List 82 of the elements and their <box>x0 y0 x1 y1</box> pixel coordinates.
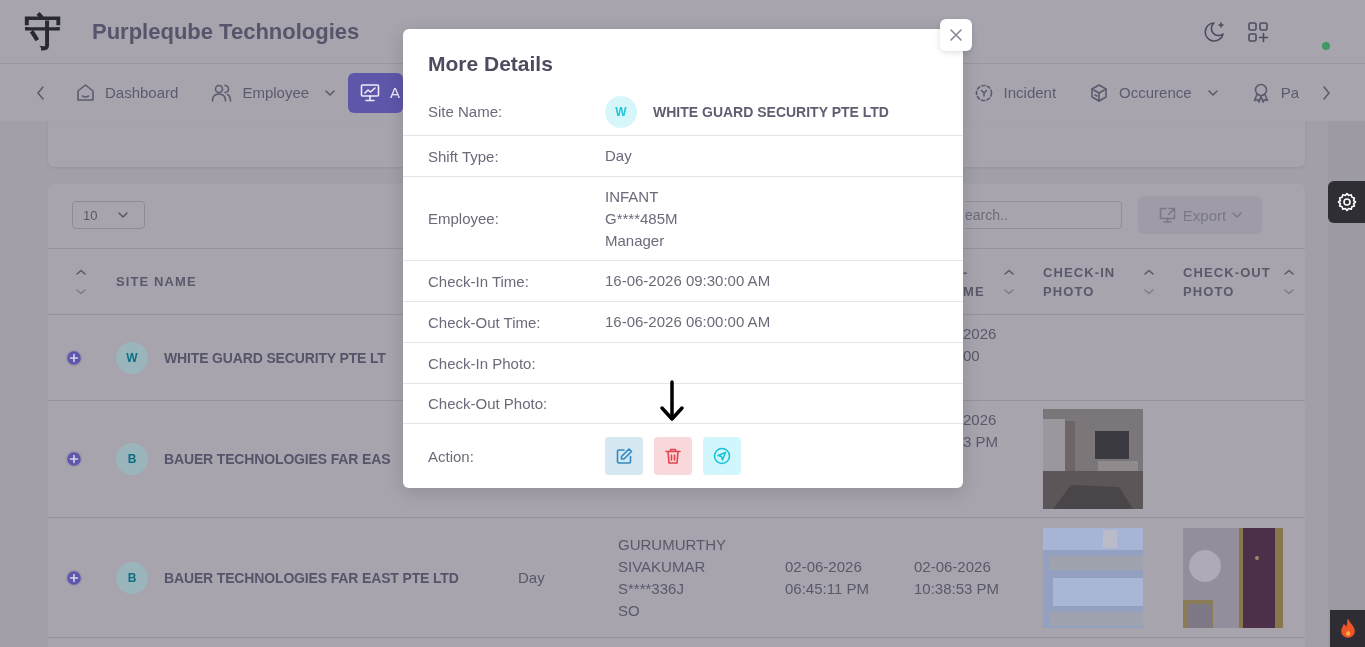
field-label: Site Name: <box>427 103 504 120</box>
column-header: CHECK-IN PHOTO <box>1043 263 1117 301</box>
nav-tab[interactable]: Occurence <box>1080 72 1227 113</box>
field-label: Check-Out Time: <box>427 313 542 331</box>
check-out-time: 10:38:53 PM <box>914 578 1000 599</box>
page-size-select[interactable]: 10 <box>72 201 145 229</box>
avatar: W <box>605 95 637 128</box>
field-value: INFANT <box>605 186 660 207</box>
employee-line: SO <box>618 600 641 621</box>
sort-icon <box>1283 268 1295 295</box>
field-value: G****485M <box>605 208 679 229</box>
nav-tab[interactable]: A <box>348 72 404 113</box>
check-out-time: 3 PM <box>963 432 998 452</box>
chevron-left-icon[interactable] <box>35 84 45 101</box>
company-name: Purpleqube Technologies <box>92 18 360 45</box>
check-out-time: 2026 <box>963 410 998 430</box>
edit-icon <box>615 447 633 465</box>
column-header: CHECK-OUT PHOTO <box>1183 263 1272 301</box>
settings-icon <box>1336 192 1357 212</box>
chevron-down-icon <box>1232 212 1243 218</box>
avatar: W <box>116 341 148 374</box>
field-label: Check-Out Photo: <box>427 395 549 412</box>
navigate-button[interactable] <box>703 437 741 475</box>
delete-button[interactable] <box>654 437 692 475</box>
field-label: Employee: <box>427 210 500 227</box>
site-name: BAUER TECHNOLOGIES FAR EAST PTE LTD <box>164 569 459 586</box>
sort-icon <box>1003 268 1015 295</box>
apps-icon[interactable] <box>1247 20 1269 43</box>
field-label: Check-In Time: <box>427 272 530 290</box>
users-icon <box>211 82 233 103</box>
avatar: B <box>116 443 148 475</box>
status-dot <box>1322 42 1330 50</box>
close-button[interactable] <box>940 19 972 51</box>
chevron-right-icon[interactable] <box>1322 84 1332 101</box>
trash-icon <box>664 447 682 465</box>
check-in-time: 06:45:11 PM <box>785 578 869 599</box>
field-label: Check-In Photo: <box>427 354 537 372</box>
settings-button[interactable] <box>1328 181 1365 223</box>
employee-line: SIVAKUMAR <box>618 556 707 577</box>
cube-icon <box>1089 82 1110 103</box>
column-header: - ME <box>963 263 986 301</box>
check-out-time: 02-06-2026 <box>914 556 992 577</box>
site-name: WHITE GUARD SECURITY PTE LTD <box>653 103 889 120</box>
nav-tab[interactable]: Employee <box>202 72 345 113</box>
check-out-time: 00 <box>963 346 981 366</box>
logo: 守 <box>24 12 63 51</box>
annotation-arrow <box>659 380 685 422</box>
shift-type: Day <box>518 567 545 588</box>
nav-tab[interactable]: Incident <box>964 72 1066 113</box>
field-value: Day <box>605 146 633 166</box>
navigation-icon <box>713 447 731 465</box>
nav-tab[interactable]: Dashboard <box>67 72 188 113</box>
avatar: B <box>116 561 148 594</box>
column-header: SITE NAME <box>116 273 197 291</box>
expand-icon[interactable] <box>65 450 83 468</box>
flame-button[interactable] <box>1330 610 1365 647</box>
check-out-time: 2026 <box>963 324 997 344</box>
sort-icon <box>1143 268 1155 295</box>
edit-button[interactable] <box>605 437 643 475</box>
site-name: WHITE GUARD SECURITY PTE LT <box>164 349 386 366</box>
sort-icon <box>75 268 87 295</box>
home-icon <box>76 83 95 102</box>
field-label: Action: <box>427 447 475 465</box>
field-value: Manager <box>605 230 666 251</box>
nav-tab[interactable]: Pa <box>1241 72 1308 113</box>
site-name: BAUER TECHNOLOGIES FAR EAS <box>164 451 391 467</box>
chevron-down-icon <box>118 212 128 218</box>
dialog-title: More Details <box>428 51 553 77</box>
incident-icon <box>973 82 994 103</box>
monitor-icon <box>360 83 381 102</box>
expand-icon[interactable] <box>65 568 83 587</box>
employee-line: GURUMURTHY <box>618 534 727 555</box>
close-icon <box>949 28 963 42</box>
employee-line: S****336J <box>618 578 685 599</box>
search-field[interactable]: earch.. <box>965 201 1122 229</box>
field-value: 16-06-2026 09:30:00 AM <box>605 271 772 291</box>
export-icon <box>1157 206 1177 224</box>
check-in-time: 02-06-2026 <box>785 556 863 577</box>
field-value: 16-06-2026 06:00:00 AM <box>605 312 772 332</box>
flame-icon <box>1338 619 1357 638</box>
field-label: Shift Type: <box>427 147 500 165</box>
expand-icon[interactable] <box>65 348 83 367</box>
